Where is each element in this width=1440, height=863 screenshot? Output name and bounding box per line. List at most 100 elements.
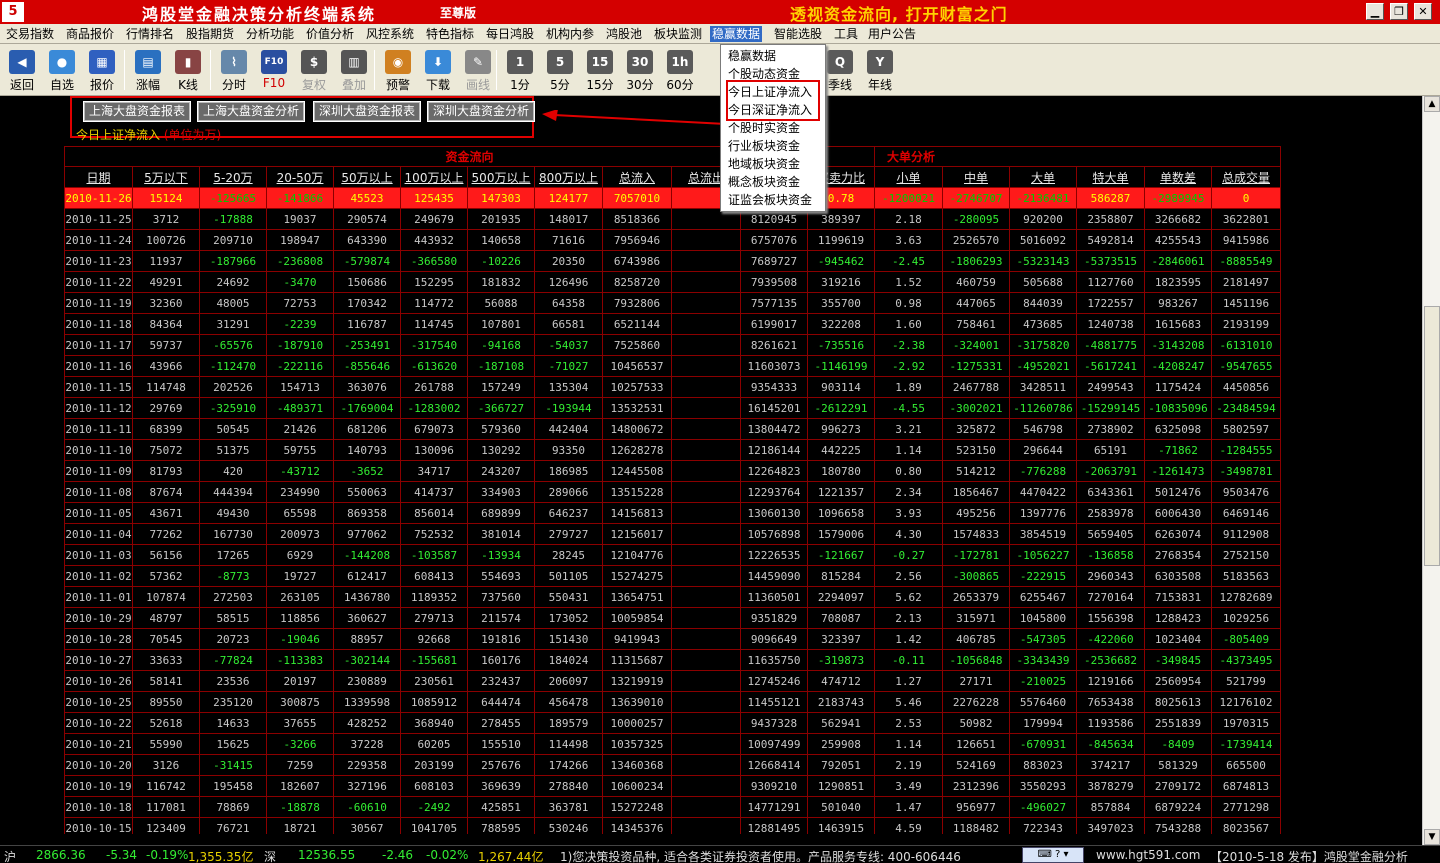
- menu-item-10[interactable]: 鸿股池: [604, 26, 644, 42]
- ime-toolbar[interactable]: ⌨ ? ▾: [1022, 847, 1084, 863]
- table-row[interactable]: 2010-11-24 100726 209710 198947 643390 443932…: [64, 229, 1281, 251]
- tool-19[interactable]: Q 季线: [822, 48, 858, 94]
- dropdown-item-6[interactable]: 地域板块资金: [728, 155, 800, 173]
- subtab-sh-report[interactable]: 上海大盘资金报表: [82, 101, 192, 122]
- menu-item-4[interactable]: 分析功能: [244, 26, 296, 42]
- table-row[interactable]: 2010-11-17 59737 -65576 -187910 -253491 -3175…: [64, 334, 1281, 356]
- tool-11[interactable]: ✎ 画线: [460, 48, 496, 94]
- site-url[interactable]: www.hgt591.com: [1096, 848, 1200, 862]
- tool-1[interactable]: ● 自选: [44, 48, 80, 94]
- tool-6[interactable]: F10 F10: [256, 48, 292, 94]
- menu-item-14[interactable]: 工具: [832, 26, 860, 42]
- column-header[interactable]: 20-50万: [266, 166, 334, 188]
- table-row[interactable]: 2010-11-02 57362 -8773 19727 612417 608413 554…: [64, 565, 1281, 587]
- column-header[interactable]: 500万以上: [467, 166, 535, 188]
- close-button[interactable]: ✕: [1414, 3, 1432, 20]
- table-row[interactable]: 2010-11-05 43671 49430 65598 869358 856014 689…: [64, 502, 1281, 524]
- column-header[interactable]: 总流入: [602, 166, 672, 188]
- tool-0[interactable]: ◀ 返回: [4, 48, 40, 94]
- subtab-sz-analysis[interactable]: 深圳大盘资金分析: [426, 101, 536, 122]
- menu-item-9[interactable]: 机构内参: [544, 26, 596, 42]
- table-row[interactable]: 2010-11-12 29769 -325910 -489371 -1769004 -12…: [64, 397, 1281, 419]
- restore-button[interactable]: ❐: [1390, 3, 1408, 20]
- column-header[interactable]: 单数差: [1144, 166, 1212, 188]
- table-row[interactable]: 2010-10-19 116742 195458 182607 327196 608103…: [64, 775, 1281, 797]
- table-row[interactable]: 2010-11-11 68399 50545 21426 681206 679073 579…: [64, 418, 1281, 440]
- table-row[interactable]: 2010-11-04 77262 167730 200973 977062 752532 3…: [64, 523, 1281, 545]
- menu-item-3[interactable]: 股指期货: [184, 26, 236, 42]
- column-header[interactable]: 日期: [64, 166, 133, 188]
- menu-item-2[interactable]: 行情排名: [124, 26, 176, 42]
- column-header[interactable]: 100万以上: [400, 166, 468, 188]
- menu-item-15[interactable]: 用户公告: [866, 26, 918, 42]
- table-row[interactable]: 2010-11-19 32360 48005 72753 170342 114772 560…: [64, 292, 1281, 314]
- table-row[interactable]: 2010-11-03 56156 17265 6929 -144208 -103587 -1…: [64, 544, 1281, 566]
- tool-12[interactable]: 1 1分: [502, 48, 538, 94]
- table-row[interactable]: 2010-10-25 89550 235120 300875 1339598 108591…: [64, 691, 1281, 713]
- tool-9[interactable]: ◉ 预警: [380, 48, 416, 94]
- scroll-down-icon[interactable]: ▼: [1424, 829, 1440, 845]
- subtab-sh-analysis[interactable]: 上海大盘资金分析: [196, 101, 306, 122]
- table-row[interactable]: 2010-10-21 55990 15625 -3266 37228 60205 15551…: [64, 733, 1281, 755]
- table-row[interactable]: 2010-10-26 58141 23536 20197 230889 230561 232…: [64, 670, 1281, 692]
- table-row[interactable]: 2010-11-10 75072 51375 59755 140793 130096 130…: [64, 439, 1281, 461]
- tool-14[interactable]: 15 15分: [582, 48, 618, 94]
- dropdown-item-5[interactable]: 行业板块资金: [728, 137, 800, 155]
- menu-item-12[interactable]: 稳赢数据: [710, 26, 763, 42]
- table-row[interactable]: 2010-11-16 43966 -112470 -222116 -855646 -613…: [64, 355, 1281, 377]
- column-header[interactable]: 中单: [942, 166, 1010, 188]
- column-header[interactable]: 5-20万: [199, 166, 267, 188]
- column-header[interactable]: 5万以下: [132, 166, 200, 188]
- menu-item-8[interactable]: 每日鸿股: [484, 26, 536, 42]
- tool-5[interactable]: ⌇ 分时: [216, 48, 252, 94]
- table-row[interactable]: 2010-11-26 15124 -125665 -141866 45523 125435…: [64, 187, 1281, 209]
- menu-item-13[interactable]: 智能选股: [772, 26, 824, 42]
- vertical-scrollbar[interactable]: ▲ ▼: [1422, 96, 1440, 845]
- dropdown-item-7[interactable]: 概念板块资金: [728, 173, 800, 191]
- table-row[interactable]: 2010-10-15 123409 76721 18721 30567 1041705 78…: [64, 817, 1281, 834]
- table-row[interactable]: 2010-10-29 48797 58515 118856 360627 279713 21…: [64, 607, 1281, 629]
- tool-3[interactable]: ▤ 涨幅: [130, 48, 166, 94]
- tool-16[interactable]: 1h 60分: [662, 48, 698, 94]
- tool-10[interactable]: ⬇ 下载: [420, 48, 456, 94]
- column-header[interactable]: 特大单: [1076, 166, 1145, 188]
- table-row[interactable]: 2010-11-15 114748 202526 154713 363076 261788…: [64, 376, 1281, 398]
- dropdown-item-0[interactable]: 稳赢数据: [728, 47, 776, 65]
- tool-4[interactable]: ▮ K线: [170, 48, 206, 94]
- column-header[interactable]: 小单: [874, 166, 943, 188]
- scroll-up-icon[interactable]: ▲: [1424, 96, 1440, 112]
- table-row[interactable]: 2010-10-20 3126 -31415 7259 229358 203199 2576…: [64, 754, 1281, 776]
- tool-8[interactable]: ▥ 叠加: [336, 48, 372, 94]
- minimize-button[interactable]: ▁: [1366, 3, 1384, 20]
- dropdown-item-4[interactable]: 个股时实资金: [728, 119, 800, 137]
- column-header[interactable]: 50万以上: [333, 166, 401, 188]
- table-row[interactable]: 2010-10-22 52618 14633 37655 428252 368940 278…: [64, 712, 1281, 734]
- table-row[interactable]: 2010-11-09 81793 420 -43712 -3652 34717 243207…: [64, 460, 1281, 482]
- menu-item-0[interactable]: 交易指数: [4, 26, 56, 42]
- tool-2[interactable]: ▦ 报价: [84, 48, 120, 94]
- menu-item-1[interactable]: 商品报价: [64, 26, 116, 42]
- table-row[interactable]: 2010-11-23 11937 -187966 -236808 -579874 -366…: [64, 250, 1281, 272]
- table-row[interactable]: 2010-10-27 33633 -77824 -113383 -302144 -1556…: [64, 649, 1281, 671]
- tool-20[interactable]: Y 年线: [862, 48, 898, 94]
- table-row[interactable]: 2010-11-08 87674 444394 234990 550063 414737 3…: [64, 481, 1281, 503]
- dropdown-item-8[interactable]: 证监会板块资金: [728, 191, 812, 209]
- tool-7[interactable]: $ 复权: [296, 48, 332, 94]
- tool-15[interactable]: 30 30分: [622, 48, 658, 94]
- column-header[interactable]: 总成交量: [1211, 166, 1281, 188]
- column-header[interactable]: 800万以上: [534, 166, 603, 188]
- menu-item-5[interactable]: 价值分析: [304, 26, 356, 42]
- menu-item-11[interactable]: 板块监测: [652, 26, 704, 42]
- tool-13[interactable]: 5 5分: [542, 48, 578, 94]
- menu-item-6[interactable]: 风控系统: [364, 26, 416, 42]
- table-row[interactable]: 2010-11-01 107874 272503 263105 1436780 11893…: [64, 586, 1281, 608]
- scroll-thumb[interactable]: [1424, 306, 1440, 566]
- column-header[interactable]: 大单: [1009, 166, 1077, 188]
- table-row[interactable]: 2010-11-25 3712 -17888 19037 290574 249679 201…: [64, 208, 1281, 230]
- menu-item-7[interactable]: 特色指标: [424, 26, 476, 42]
- subtab-sz-report[interactable]: 深圳大盘资金报表: [312, 101, 422, 122]
- table-row[interactable]: 2010-11-18 84364 31291 -2239 116787 114745 107…: [64, 313, 1281, 335]
- table-row[interactable]: 2010-11-22 49291 24692 -3470 150686 152295 181…: [64, 271, 1281, 293]
- table-row[interactable]: 2010-10-28 70545 20723 -19046 88957 92668 1918…: [64, 628, 1281, 650]
- table-row[interactable]: 2010-10-18 117081 78869 -18878 -60610 -2492 42…: [64, 796, 1281, 818]
